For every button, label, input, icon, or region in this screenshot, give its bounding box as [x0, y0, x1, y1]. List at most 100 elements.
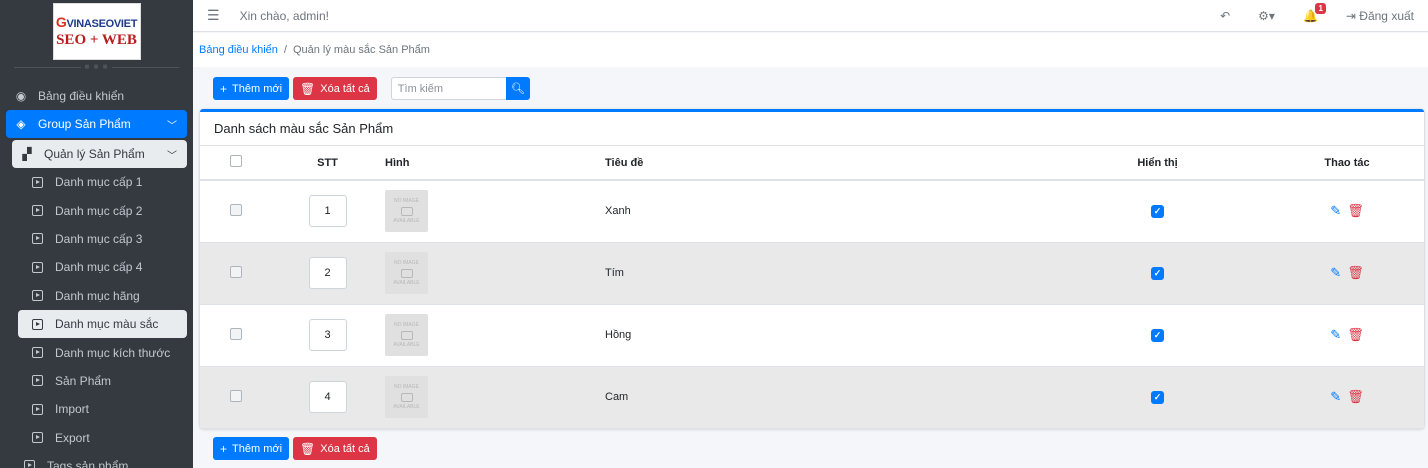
- row-title: Tím: [605, 267, 624, 279]
- row-checkbox[interactable]: [230, 265, 242, 278]
- header-actions: Thao tác: [1324, 156, 1370, 169]
- add-button[interactable]: + Thêm mới: [213, 77, 290, 100]
- sidebar-subitem[interactable]: Danh mục cấp 1: [18, 168, 187, 196]
- add-button[interactable]: + Thêm mới: [213, 437, 290, 460]
- trash-icon[interactable]: 🗑: [1347, 203, 1364, 218]
- card-title: Danh sách màu sắc Sản Phẩm: [200, 112, 1424, 146]
- sidebar-subitem[interactable]: Sản Phẩm: [18, 367, 187, 395]
- color-list-card: Danh sách màu sắc Sản Phẩm STT Hình Tiêu…: [200, 109, 1424, 428]
- sidebar-subitem[interactable]: Danh mục cấp 4: [18, 253, 187, 281]
- stt-input[interactable]: 4: [308, 381, 347, 413]
- back-icon[interactable]: ↶: [1220, 9, 1230, 23]
- search-group: 🔍︎: [390, 77, 530, 100]
- breadcrumb: Bảng điều khiển / Quản lý màu sắc Sản Ph…: [193, 33, 1428, 67]
- sidebar-nav: ◉ Bảng điều khiển ◈ Group Sản Phẩm ﹀ ▞ Q…: [0, 82, 193, 468]
- select-all-checkbox[interactable]: [230, 155, 242, 167]
- trash-icon: 🗑: [300, 81, 316, 96]
- no-image-thumbnail: NO IMAGE AVAILABLE: [385, 376, 428, 418]
- camera-icon: [400, 206, 413, 216]
- caret-square-icon: [32, 403, 43, 415]
- show-checkbox[interactable]: ✓: [1151, 266, 1164, 280]
- plus-icon: +: [220, 441, 228, 456]
- show-checkbox[interactable]: ✓: [1151, 328, 1164, 342]
- header-image: Hình: [385, 156, 410, 169]
- header-title: Tiêu đề: [605, 156, 644, 169]
- delete-all-button[interactable]: 🗑 Xóa tất cả: [293, 437, 377, 460]
- dashboard-icon: ◉: [15, 89, 27, 103]
- bell-icon[interactable]: 🔔 1: [1303, 2, 1326, 23]
- edit-icon[interactable]: ✎: [1330, 203, 1341, 218]
- caret-square-icon: [32, 176, 43, 188]
- table-row: 3 NO IMAGE AVAILABLE Hồng ✓ ✎ 🗑: [200, 304, 1424, 366]
- table-row: 1 NO IMAGE AVAILABLE Xanh ✓ ✎ 🗑: [200, 180, 1424, 242]
- caret-square-icon: [32, 205, 43, 217]
- main-content: Bảng điều khiển / Quản lý màu sắc Sản Ph…: [193, 33, 1428, 468]
- edit-icon[interactable]: ✎: [1330, 265, 1341, 280]
- camera-icon: [400, 392, 413, 402]
- row-checkbox[interactable]: [230, 327, 242, 340]
- sidebar-subitem[interactable]: Danh mục màu sắc: [18, 309, 187, 339]
- camera-icon: [400, 330, 413, 340]
- show-checkbox[interactable]: ✓: [1151, 204, 1164, 218]
- caret-square-icon: [32, 290, 43, 302]
- row-checkbox[interactable]: [230, 203, 242, 216]
- delete-all-button[interactable]: 🗑 Xóa tất cả: [293, 77, 377, 100]
- row-checkbox[interactable]: [230, 389, 242, 402]
- caret-square-icon: [32, 233, 43, 245]
- show-checkbox[interactable]: ✓: [1151, 390, 1164, 404]
- no-image-thumbnail: NO IMAGE AVAILABLE: [385, 190, 428, 233]
- caret-square-icon: [32, 375, 43, 387]
- caret-square-icon: [32, 318, 43, 330]
- chevron-down-icon: ﹀: [167, 150, 177, 162]
- row-title: Hồng: [605, 329, 632, 341]
- caret-square-icon: [24, 460, 35, 468]
- caret-square-icon: [32, 432, 43, 444]
- edit-icon[interactable]: ✎: [1330, 327, 1341, 342]
- table-header: STT Hình Tiêu đề Hiển thị Thao tác: [200, 146, 1424, 180]
- toolbar-bottom: + Thêm mới 🗑 Xóa tất cả: [213, 437, 381, 460]
- color-table: STT Hình Tiêu đề Hiển thị Thao tác 1 NO I…: [200, 146, 1424, 429]
- caret-square-icon: [32, 347, 43, 359]
- table-row: 4 NO IMAGE AVAILABLE Cam ✓ ✎ 🗑: [200, 366, 1424, 428]
- sidebar-item-manage-products[interactable]: ▞ Quản lý Sản Phẩm ﹀: [12, 140, 187, 168]
- plus-icon: +: [220, 81, 228, 96]
- sidebar: GVINASEOVIET SEO + WEB ■ ■ ■ ◉ Bảng điều…: [0, 0, 193, 468]
- toolbar-top: +Thêm mới 🗑Xóa tất cả 🔍︎: [213, 77, 530, 100]
- logo[interactable]: GVINASEOVIET SEO + WEB: [52, 3, 141, 60]
- settings-dropdown-icon[interactable]: ⚙▾: [1258, 9, 1275, 23]
- stt-input[interactable]: 1: [308, 195, 347, 228]
- boxes-icon: ▞: [22, 147, 32, 161]
- edit-icon[interactable]: ✎: [1330, 389, 1341, 404]
- search-icon: 🔍︎: [510, 83, 525, 95]
- sidebar-item-dashboard[interactable]: ◉ Bảng điều khiển: [6, 82, 187, 110]
- sidebar-subitem[interactable]: Danh mục cấp 3: [18, 225, 187, 253]
- menu-toggle-icon[interactable]: ☰: [207, 7, 220, 24]
- sidebar-subitem[interactable]: Import: [18, 395, 187, 423]
- stt-input[interactable]: 2: [308, 257, 347, 289]
- divider: ■ ■ ■: [80, 62, 113, 71]
- camera-icon: [400, 268, 413, 278]
- notification-badge: 1: [1315, 2, 1326, 14]
- trash-icon[interactable]: 🗑: [1347, 389, 1364, 404]
- header-show: Hiển thị: [1137, 156, 1178, 169]
- no-image-thumbnail: NO IMAGE AVAILABLE: [385, 314, 428, 356]
- no-image-thumbnail: NO IMAGE AVAILABLE: [385, 252, 428, 294]
- sidebar-subitem[interactable]: Danh mục kích thước: [18, 338, 187, 366]
- breadcrumb-home[interactable]: Bảng điều khiển: [199, 44, 278, 56]
- greeting: Xin chào, admin!: [239, 8, 329, 23]
- search-button[interactable]: 🔍︎: [505, 77, 530, 100]
- breadcrumb-current: Quản lý màu sắc Sản Phẩm: [292, 44, 430, 56]
- sidebar-subitem[interactable]: Danh mục hãng: [18, 282, 187, 310]
- row-title: Xanh: [605, 205, 631, 218]
- search-input[interactable]: [390, 77, 506, 100]
- logout-button[interactable]: ⇥ Đăng xuất: [1346, 9, 1414, 23]
- chevron-down-icon: ﹀: [167, 120, 177, 132]
- sidebar-subitem[interactable]: Danh mục cấp 2: [18, 196, 187, 224]
- trash-icon[interactable]: 🗑: [1347, 265, 1364, 280]
- sidebar-item-tags[interactable]: Tags sản phẩm: [10, 452, 187, 468]
- sidebar-subitem[interactable]: Export: [18, 424, 187, 452]
- logo-area: GVINASEOVIET SEO + WEB ■ ■ ■: [14, 0, 179, 71]
- trash-icon[interactable]: 🗑: [1347, 327, 1364, 342]
- sidebar-item-group-products[interactable]: ◈ Group Sản Phẩm ﹀: [6, 110, 187, 138]
- stt-input[interactable]: 3: [308, 319, 347, 351]
